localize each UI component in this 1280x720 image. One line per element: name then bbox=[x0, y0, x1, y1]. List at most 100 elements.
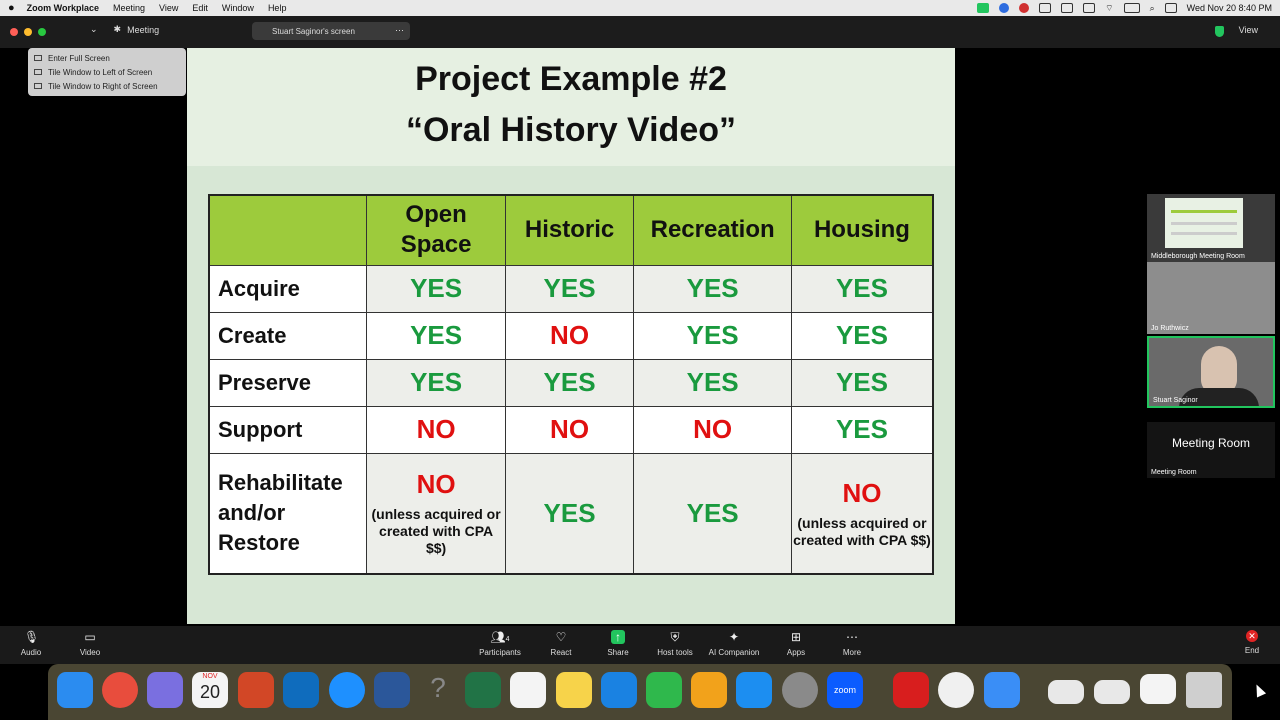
shared-screen-pill[interactable]: Stuart Saginor's screen ⋯ bbox=[252, 22, 410, 40]
chrome-icon[interactable] bbox=[102, 672, 138, 708]
app-store-icon[interactable] bbox=[736, 672, 772, 708]
ai-companion-button[interactable]: ✦ AI Companion bbox=[704, 630, 764, 657]
battery-icon[interactable] bbox=[1123, 3, 1140, 13]
document-thumbnail-icon[interactable] bbox=[1048, 680, 1084, 704]
cell-value: YES bbox=[835, 367, 888, 397]
video-button[interactable]: ▭ Video bbox=[60, 630, 120, 657]
apps-button[interactable]: ⊞ Apps bbox=[766, 630, 826, 657]
zoom-window-button[interactable] bbox=[38, 28, 46, 36]
window-controls bbox=[10, 28, 46, 36]
table-cell: NO bbox=[633, 405, 792, 454]
menu-edit[interactable]: Edit bbox=[192, 3, 208, 13]
menu-app-name[interactable]: Zoom Workplace bbox=[27, 3, 99, 13]
participant-name: Meeting Room bbox=[1151, 469, 1197, 476]
participant-tile[interactable]: Jo Ruthwicz bbox=[1147, 262, 1275, 334]
thumbnail-line bbox=[1171, 210, 1237, 213]
menu-item-enter-full-screen[interactable]: Enter Full Screen bbox=[34, 51, 180, 65]
wifi-icon[interactable]: ⌔ bbox=[1105, 3, 1113, 14]
screen-icon[interactable] bbox=[1039, 3, 1052, 13]
header-corner-cell bbox=[208, 194, 368, 266]
participants-button[interactable]: 👥︎4 Participants bbox=[470, 630, 530, 657]
thumbnail-line bbox=[1171, 222, 1237, 225]
apple-icon[interactable]: ● bbox=[8, 2, 15, 14]
document-thumbnail-icon[interactable] bbox=[1140, 674, 1176, 704]
zoom-video-status-icon[interactable] bbox=[977, 3, 990, 13]
numbers-icon[interactable] bbox=[646, 672, 682, 708]
menu-item-tile-left[interactable]: Tile Window to Left of Screen bbox=[34, 65, 180, 79]
row-label: Acquire bbox=[208, 264, 368, 313]
calendar-icon[interactable]: NOV 20 bbox=[192, 672, 228, 708]
menu-item-tile-right[interactable]: Tile Window to Right of Screen bbox=[34, 79, 180, 93]
column-header: Historic bbox=[504, 194, 635, 266]
more-button[interactable]: ⋯ More bbox=[822, 630, 882, 657]
launchpad-icon[interactable] bbox=[147, 672, 183, 708]
window-tile-menu: Enter Full Screen Tile Window to Left of… bbox=[28, 48, 186, 96]
help-icon[interactable]: ? bbox=[420, 672, 456, 708]
host-tools-button[interactable]: ⛨ Host tools bbox=[645, 630, 705, 657]
video-camera-icon: ▭ bbox=[84, 630, 96, 644]
photos-icon[interactable] bbox=[938, 672, 974, 708]
participant-tile[interactable]: Middleborough Meeting Room bbox=[1147, 194, 1275, 262]
acrobat-icon[interactable] bbox=[893, 672, 929, 708]
document-thumbnail-icon[interactable] bbox=[1094, 680, 1130, 704]
audio-button[interactable]: 🎙︎ Audio bbox=[1, 630, 61, 657]
safari-icon[interactable] bbox=[329, 672, 365, 708]
table-cell: YES bbox=[504, 358, 635, 407]
excel-icon[interactable] bbox=[465, 672, 501, 708]
mail-icon[interactable] bbox=[984, 672, 1020, 708]
finder-icon[interactable] bbox=[57, 672, 93, 708]
share-button[interactable]: ↑ Share bbox=[588, 630, 648, 657]
menu-meeting[interactable]: Meeting bbox=[113, 3, 145, 13]
word-icon[interactable] bbox=[374, 672, 410, 708]
recording-icon[interactable] bbox=[1019, 3, 1030, 13]
table-cell: YES bbox=[790, 405, 934, 454]
participant-display-name: Meeting Room bbox=[1171, 436, 1251, 450]
tile-left-icon bbox=[34, 69, 42, 75]
slide-title: Project Example #2 bbox=[415, 60, 727, 98]
active-speaker-tile[interactable]: Stuart Saginor bbox=[1147, 336, 1275, 408]
participants-label: Participants bbox=[479, 648, 521, 657]
row-label: Support bbox=[208, 405, 368, 454]
user-icon[interactable] bbox=[1164, 3, 1177, 13]
table-cell: YES bbox=[366, 311, 506, 360]
participant-name: Middleborough Meeting Room bbox=[1151, 253, 1245, 260]
menubar-clock[interactable]: Wed Nov 20 8:40 PM bbox=[1187, 3, 1272, 13]
microphone-icon: 🎙︎ bbox=[24, 630, 40, 644]
table-cell: YES bbox=[633, 452, 792, 575]
menu-help[interactable]: Help bbox=[268, 3, 287, 13]
pages-icon[interactable] bbox=[691, 672, 727, 708]
zoom-app-icon[interactable] bbox=[999, 3, 1010, 13]
cell-value: YES bbox=[543, 497, 596, 528]
encryption-shield-icon[interactable] bbox=[1215, 26, 1224, 37]
cell-value: YES bbox=[835, 414, 888, 444]
trash-icon[interactable] bbox=[1186, 672, 1222, 708]
participant-tile[interactable]: Meeting Room Meeting Room bbox=[1147, 422, 1275, 478]
menu-item-label: Tile Window to Right of Screen bbox=[48, 81, 158, 91]
close-window-button[interactable] bbox=[10, 28, 18, 36]
menu-view[interactable]: View bbox=[159, 3, 178, 13]
react-button[interactable]: ♡ React bbox=[531, 630, 591, 657]
keynote-icon[interactable] bbox=[601, 672, 637, 708]
table-cell: YES bbox=[790, 311, 934, 360]
meeting-tab[interactable]: ⌄ ✱ Meeting bbox=[90, 24, 159, 35]
powerpoint-icon[interactable] bbox=[238, 672, 274, 708]
share-label: Share bbox=[607, 648, 629, 657]
notes-icon[interactable] bbox=[556, 672, 592, 708]
meeting-toolbar: 🎙︎ Audio ▭ Video 👥︎4 Participants ♡ React ↑ S… bbox=[0, 626, 1280, 664]
display-icon[interactable] bbox=[1061, 3, 1074, 13]
zoom-dock-icon[interactable]: zoom bbox=[827, 672, 863, 708]
table-header-row: Open Space Historic Recreation Housing bbox=[208, 194, 934, 266]
system-settings-icon[interactable] bbox=[782, 672, 818, 708]
outlook-icon[interactable] bbox=[283, 672, 319, 708]
control-center-icon[interactable] bbox=[1083, 3, 1096, 13]
row-label: Rehabilitate and/or Restore bbox=[208, 452, 368, 575]
menu-window[interactable]: Window bbox=[222, 3, 254, 13]
end-meeting-button[interactable]: ✕ End bbox=[1222, 630, 1280, 655]
search-icon[interactable]: ⌕ bbox=[1150, 3, 1155, 14]
reminders-icon[interactable] bbox=[510, 672, 546, 708]
more-options-icon[interactable]: ⋯ bbox=[395, 25, 404, 36]
view-button[interactable]: View bbox=[1239, 25, 1258, 35]
cell-note: (unless acquired or created with CPA $$) bbox=[371, 506, 501, 557]
minimize-window-button[interactable] bbox=[24, 28, 32, 36]
calendar-day: 20 bbox=[199, 682, 221, 702]
